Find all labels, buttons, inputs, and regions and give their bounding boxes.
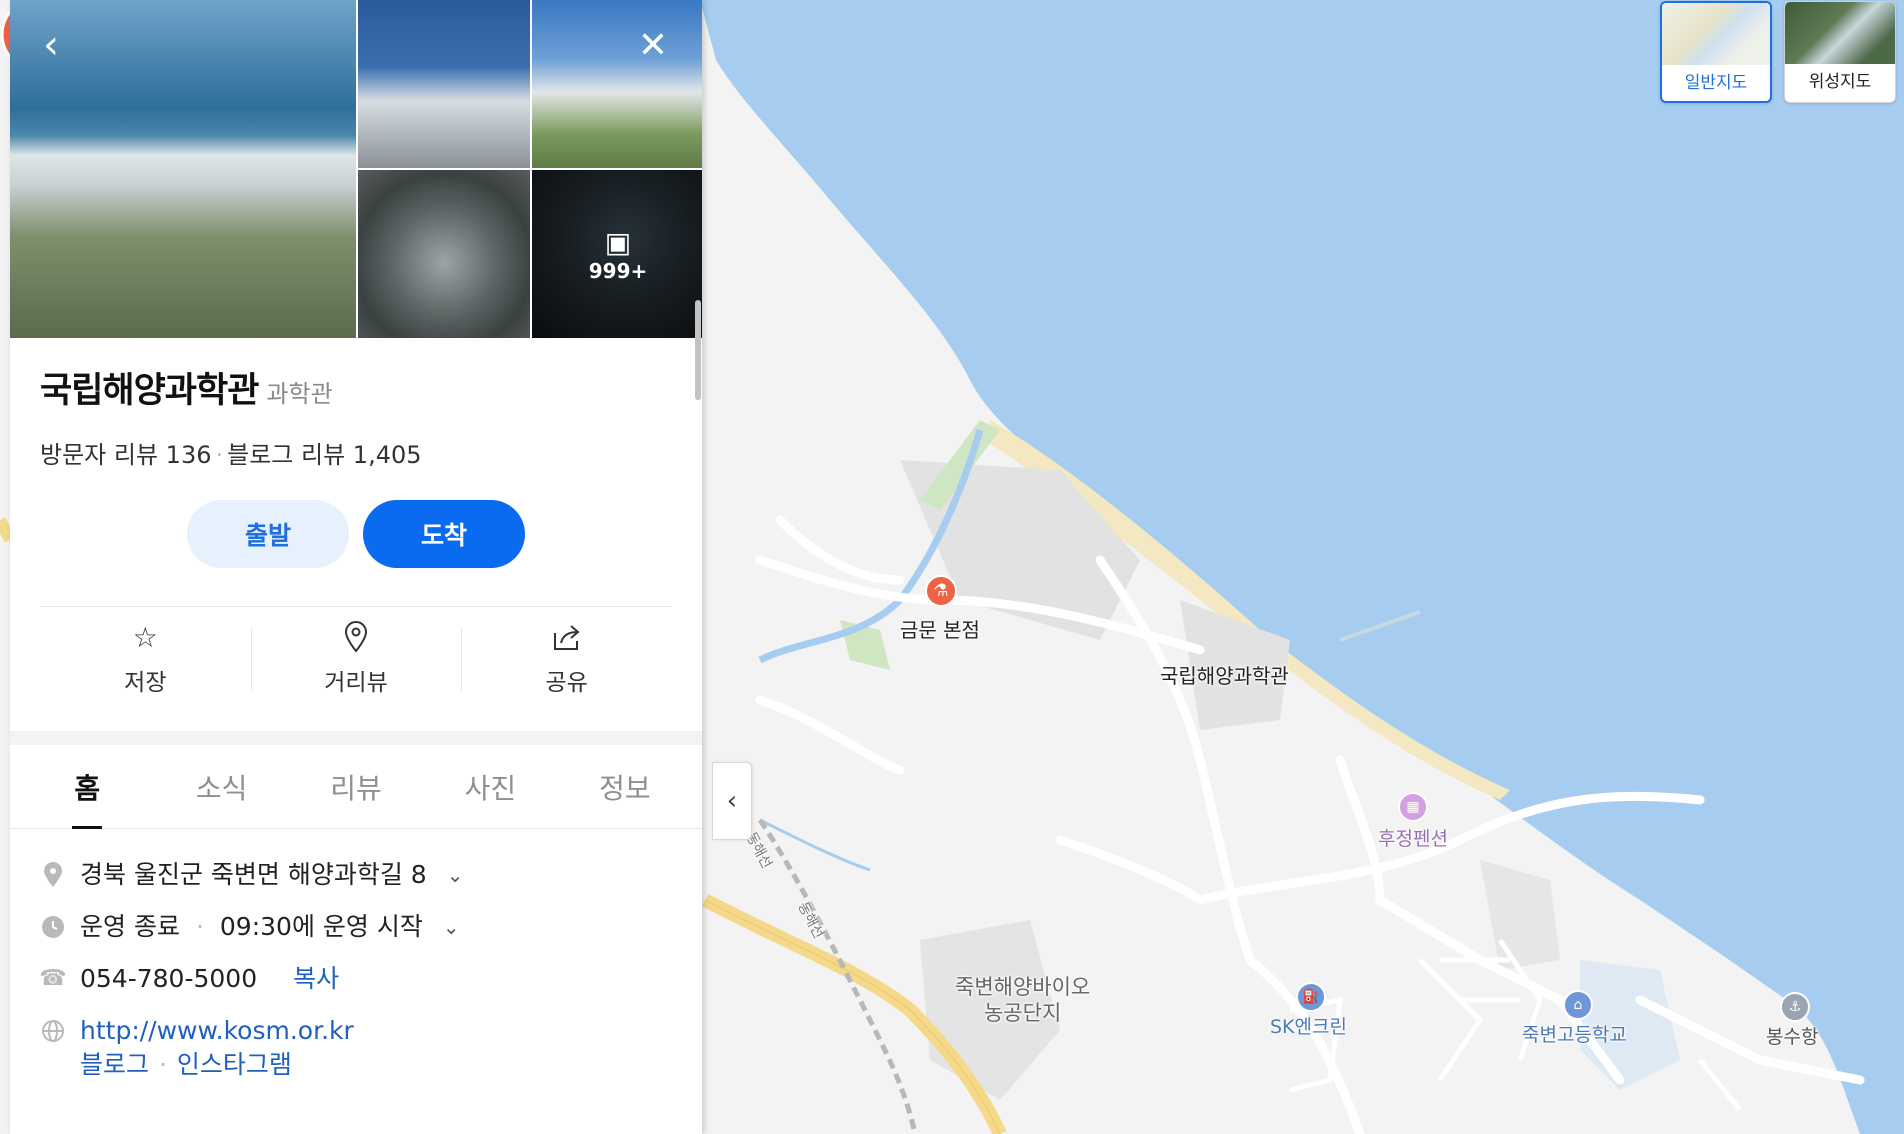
photo-count: 999+ [588,258,648,283]
title-row: 국립해양과학관 과학관 [40,362,672,413]
normal-map-thumbnail [1662,3,1770,65]
close-icon[interactable]: ✕ [630,22,676,68]
review-summary: 방문자 리뷰 136 · 블로그 리뷰 1,405 [40,435,672,470]
globe-icon [40,1015,66,1047]
tab-news[interactable]: 소식 [154,745,288,828]
blog-link[interactable]: 블로그 [80,1050,149,1079]
share-label: 공유 [545,670,588,696]
bio-complex-label: 죽변해양바이오 농공단지 [955,974,1090,1026]
depart-button[interactable]: 출발 [187,500,349,568]
streetview-button[interactable]: 거리뷰 [250,607,462,711]
chevron-left-icon: ‹ [726,786,738,816]
visitor-reviews-label: 방문자 리뷰 [40,441,159,469]
image-icon: ▣ [604,225,632,259]
blog-reviews-link[interactable]: 블로그 리뷰 1,405 [227,441,421,469]
map-pin-icon [40,859,66,891]
location-pin-icon [343,621,369,653]
photo-4[interactable] [358,170,530,338]
tab-photos[interactable]: 사진 [423,745,557,828]
hours-row[interactable]: 운영 종료 · 09:30에 운영 시작 ⌄ [40,911,672,943]
streetview-label: 거리뷰 [324,670,388,696]
bio-complex-text: 죽변해양바이오 농공단지 [955,975,1091,1025]
harbor-label[interactable]: 봉수항 [1766,1022,1818,1049]
pension-label[interactable]: 후정펜션 [1378,824,1448,851]
photo-2[interactable] [358,0,530,168]
hours-detail: 09:30에 운영 시작 [219,912,423,941]
save-label: 저장 [124,670,167,696]
sns-separator: · [151,1050,175,1079]
phone-icon: ☎ [39,966,67,991]
star-icon: ☆ [132,621,158,654]
gas-station-label[interactable]: SK엔크린 [1270,1012,1347,1039]
place-title: 국립해양과학관 [40,371,259,411]
review-separator: · [215,441,224,469]
save-button[interactable]: ☆ 저장 [40,607,251,711]
maptype-normal-button[interactable]: 일반지도 [1660,1,1772,103]
tab-bar: 홈 소식 리뷰 사진 정보 [10,745,702,829]
school-icon[interactable]: ⌂ [1563,990,1593,1020]
restaurant-label[interactable]: 금문 본점 [900,614,980,643]
phone-number: 054-780-5000 [80,964,258,993]
share-button[interactable]: 공유 [461,607,672,711]
address-row[interactable]: 경북 울진군 죽변면 해양과학길 8 ⌄ [40,859,672,891]
clock-icon [40,911,66,943]
address-text: 경북 울진군 죽변면 해양과학길 8 [80,860,427,889]
museum-label[interactable]: 국립해양과학관 [1160,660,1289,689]
phone-row: ☎ 054-780-5000 복사 [39,963,672,995]
section-gap [10,731,702,745]
place-category: 과학관 [266,380,333,408]
pension-icon[interactable]: ▦ [1398,792,1428,822]
collapse-panel-button[interactable]: ‹ [712,762,752,840]
route-buttons: 출발 도착 [10,500,702,568]
photo-more[interactable]: ▣ 999+ [532,170,702,338]
photo-more-overlay: ▣ 999+ [532,170,702,338]
photo-3[interactable] [532,0,702,168]
school-label[interactable]: 죽변고등학교 [1522,1020,1627,1047]
gas-station-icon[interactable]: ⛽ [1296,982,1326,1012]
blog-reviews-label: 블로그 리뷰 [227,441,346,469]
visitor-reviews-count: 136 [165,441,212,469]
arrive-button[interactable]: 도착 [363,500,525,568]
visitor-reviews-link[interactable]: 방문자 리뷰 136 [40,441,211,469]
chevron-down-icon[interactable]: ⌄ [447,859,464,891]
harbor-icon[interactable]: ⚓ [1780,992,1810,1022]
place-info: 국립해양과학관 과학관 방문자 리뷰 136 · 블로그 리뷰 1,405 [10,338,702,470]
tab-info[interactable]: 정보 [558,745,692,828]
panel-scrollbar[interactable] [694,0,702,1134]
maptype-normal-label: 일반지도 [1684,73,1748,93]
chevron-down-icon[interactable]: ⌄ [443,911,460,943]
website-link[interactable]: http://www.kosm.or.kr [80,1015,354,1047]
maptype-satellite-label: 위성지도 [1808,72,1872,92]
restaurant-icon[interactable]: ⚗ [925,575,957,607]
scrollbar-thumb[interactable] [695,300,701,400]
back-icon[interactable]: ‹ [28,22,74,68]
hours-separator: · [195,912,204,941]
tab-reviews[interactable]: 리뷰 [289,745,423,828]
details-list: 경북 울진군 죽변면 해양과학길 8 ⌄ 운영 종료 · 09:30에 운영 시작 ⌄ … [10,829,702,1097]
action-bar: ☆ 저장 거리뷰 공유 [40,607,672,711]
share-icon [551,621,583,653]
blog-reviews-count: 1,405 [352,441,422,469]
place-panel: ▣ 999+ ‹ ✕ 국립해양과학관 과학관 방문자 리뷰 136 · 블로그 리뷰… [10,0,702,1134]
website-links: http://www.kosm.or.kr 블로그 · 인스타그램 [80,1015,354,1081]
website-row: http://www.kosm.or.kr 블로그 · 인스타그램 [40,1015,672,1081]
tab-home[interactable]: 홈 [20,745,154,829]
photo-grid: ▣ 999+ ‹ ✕ [10,0,702,338]
instagram-link[interactable]: 인스타그램 [177,1050,292,1079]
copy-phone-button[interactable]: 복사 [293,963,339,995]
maptype-satellite-button[interactable]: 위성지도 [1784,1,1896,103]
hours-status: 운영 종료 [80,912,180,941]
sns-links: 블로그 · 인스타그램 [80,1049,354,1081]
satellite-map-thumbnail [1785,2,1895,64]
